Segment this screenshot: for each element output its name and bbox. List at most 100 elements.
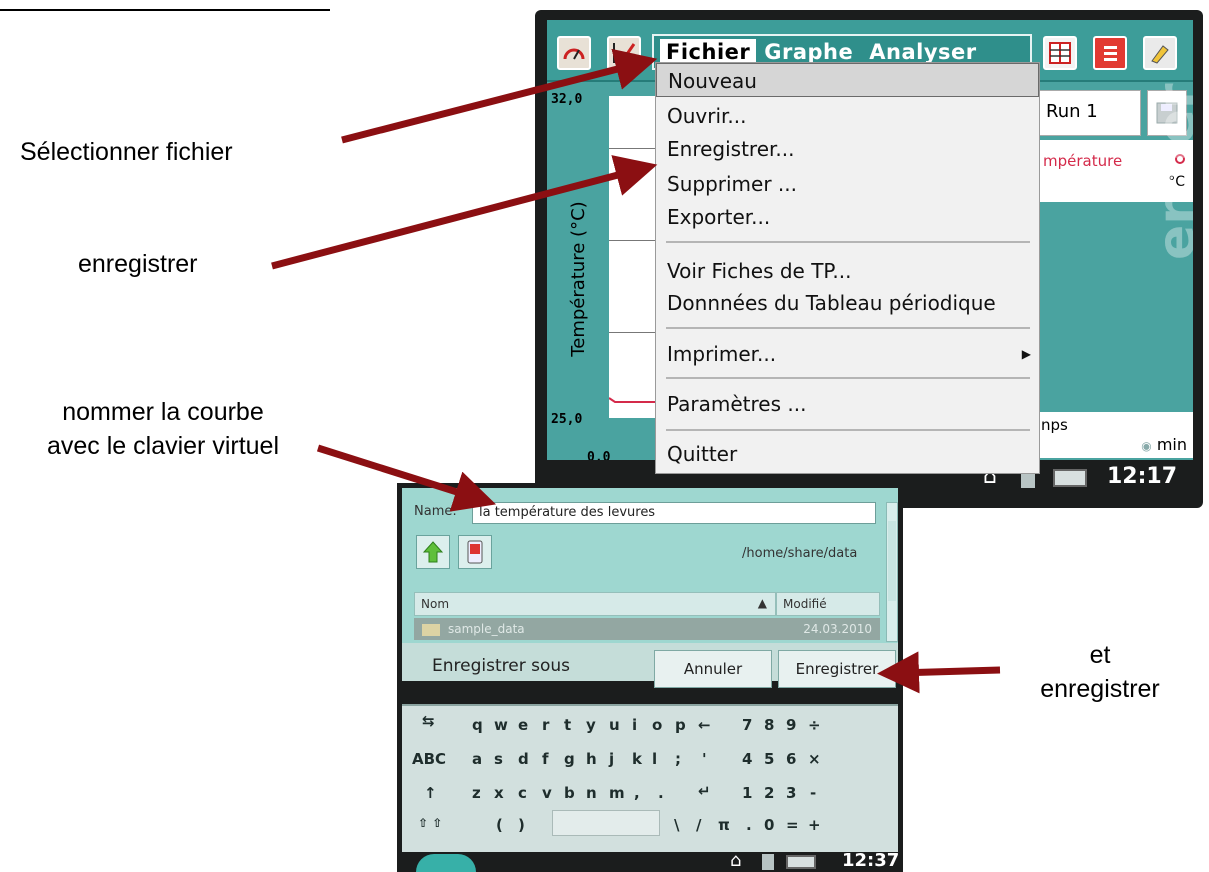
enter-key[interactable]: ↵ bbox=[698, 782, 711, 800]
menu-item-ouvrir[interactable]: Ouvrir... bbox=[656, 99, 1039, 133]
graph-area[interactable]: 32,0 25,0 0,0 Température (°C) bbox=[547, 82, 657, 496]
backspace-key[interactable]: ← bbox=[698, 716, 711, 734]
key[interactable]: h bbox=[586, 750, 597, 768]
key[interactable]: w bbox=[494, 716, 508, 734]
vertical-scrollbar[interactable] bbox=[886, 502, 898, 642]
key[interactable]: 5 bbox=[764, 750, 774, 768]
key[interactable]: 0 bbox=[764, 816, 774, 834]
menu-item-imprimer-label: Imprimer... bbox=[667, 342, 777, 366]
key[interactable]: × bbox=[808, 750, 821, 768]
key[interactable]: j bbox=[609, 750, 614, 768]
key[interactable]: p bbox=[675, 716, 686, 734]
menu-item-exporter[interactable]: Exporter... bbox=[656, 200, 1039, 234]
device-save-dialog: Name: la température des levures /home/s… bbox=[397, 483, 903, 872]
plot-area[interactable] bbox=[609, 96, 657, 418]
menu-analyser[interactable]: Analyser bbox=[861, 40, 984, 64]
device-storage-button[interactable] bbox=[458, 535, 492, 569]
filename-input[interactable]: la température des levures bbox=[472, 502, 876, 524]
key[interactable]: 8 bbox=[764, 716, 774, 734]
key[interactable]: / bbox=[696, 816, 701, 834]
shift-lock-key-icon[interactable]: ⇧ ⇧ bbox=[418, 816, 442, 830]
parent-folder-button[interactable] bbox=[416, 535, 450, 569]
tab-key-icon[interactable]: ⇆ bbox=[422, 712, 435, 730]
key[interactable]: t bbox=[564, 716, 571, 734]
list-icon[interactable] bbox=[1093, 36, 1127, 70]
calculator-icon[interactable] bbox=[762, 854, 774, 870]
key[interactable]: 9 bbox=[786, 716, 796, 734]
notes-icon[interactable] bbox=[1143, 36, 1177, 70]
menu-graphe[interactable]: Graphe bbox=[756, 40, 861, 64]
key[interactable]: 6 bbox=[786, 750, 796, 768]
key[interactable]: x bbox=[494, 784, 504, 802]
spacebar[interactable] bbox=[552, 810, 660, 836]
file-menu: Nouveau Ouvrir... Enregistrer... Supprim… bbox=[655, 62, 1040, 474]
menu-separator bbox=[666, 377, 1030, 379]
key[interactable]: m bbox=[609, 784, 625, 802]
key[interactable]: - bbox=[810, 784, 816, 802]
key[interactable]: \ bbox=[674, 816, 679, 834]
save-button[interactable]: Enregistrer bbox=[778, 650, 896, 688]
menu-item-parametres[interactable]: Paramètres ... bbox=[656, 387, 1039, 421]
menu-item-enregistrer[interactable]: Enregistrer... bbox=[656, 132, 1039, 166]
key[interactable]: + bbox=[808, 816, 821, 834]
key[interactable]: d bbox=[518, 750, 529, 768]
key[interactable]: b bbox=[564, 784, 575, 802]
key[interactable]: ; bbox=[675, 750, 681, 768]
key[interactable]: l bbox=[652, 750, 657, 768]
home-icon[interactable]: ⌂ bbox=[730, 850, 741, 871]
key[interactable]: 2 bbox=[764, 784, 774, 802]
file-row[interactable]: sample_data 24.03.2010 bbox=[414, 618, 880, 640]
abc-key[interactable]: ABC bbox=[412, 750, 446, 768]
key[interactable]: 3 bbox=[786, 784, 796, 802]
scrollbar-thumb[interactable] bbox=[888, 521, 896, 601]
column-header-nom[interactable]: Nom ▲ bbox=[414, 592, 776, 616]
menu-item-quitter[interactable]: Quitter bbox=[656, 437, 1039, 471]
key[interactable]: o bbox=[652, 716, 662, 734]
shift-key[interactable]: ↑ bbox=[424, 784, 437, 802]
key[interactable]: ) bbox=[518, 816, 525, 834]
key[interactable]: i bbox=[632, 716, 637, 734]
key[interactable]: , bbox=[634, 784, 640, 802]
key[interactable]: f bbox=[542, 750, 549, 768]
key[interactable]: 7 bbox=[742, 716, 752, 734]
menu-item-tableau-periodique[interactable]: Donnnées du Tableau périodique bbox=[656, 286, 1039, 320]
key[interactable]: k bbox=[632, 750, 642, 768]
menu-item-nouveau[interactable]: Nouveau bbox=[656, 63, 1039, 97]
key[interactable]: ' bbox=[702, 750, 707, 768]
key[interactable]: π bbox=[718, 816, 730, 834]
key[interactable]: r bbox=[542, 716, 549, 734]
key[interactable]: ÷ bbox=[808, 716, 821, 734]
key[interactable]: = bbox=[786, 816, 799, 834]
key[interactable]: u bbox=[609, 716, 620, 734]
run-selector[interactable]: Run 1 bbox=[1035, 90, 1141, 136]
key[interactable]: v bbox=[542, 784, 552, 802]
key[interactable]: . bbox=[658, 784, 664, 802]
key[interactable]: a bbox=[472, 750, 482, 768]
key[interactable]: e bbox=[518, 716, 528, 734]
menu-item-voir-fiches[interactable]: Voir Fiches de TP... bbox=[656, 254, 1039, 288]
menu-item-supprimer[interactable]: Supprimer ... bbox=[656, 167, 1039, 201]
key[interactable]: n bbox=[586, 784, 597, 802]
menu-item-imprimer[interactable]: Imprimer... ▶ bbox=[656, 337, 1039, 371]
radio-dot-icon: ◉ bbox=[1141, 439, 1152, 453]
clock: 12:37 bbox=[842, 850, 898, 871]
key[interactable]: z bbox=[472, 784, 481, 802]
meter-icon[interactable] bbox=[557, 36, 591, 70]
key[interactable]: ( bbox=[496, 816, 503, 834]
keyboard-icon[interactable] bbox=[786, 855, 816, 869]
cancel-button[interactable]: Annuler bbox=[654, 650, 772, 688]
app-launcher[interactable] bbox=[416, 854, 476, 872]
key[interactable]: c bbox=[518, 784, 527, 802]
key[interactable]: g bbox=[564, 750, 575, 768]
key[interactable]: y bbox=[586, 716, 596, 734]
table-icon[interactable] bbox=[1043, 36, 1077, 70]
key[interactable]: 1 bbox=[742, 784, 752, 802]
column-header-modifie[interactable]: Modifié bbox=[776, 592, 880, 616]
time-column[interactable]: nps ◉ min bbox=[1035, 412, 1193, 458]
graph-icon[interactable] bbox=[607, 36, 641, 70]
key[interactable]: q bbox=[472, 716, 483, 734]
key[interactable]: 4 bbox=[742, 750, 752, 768]
key[interactable]: . bbox=[746, 816, 752, 834]
keyboard-icon[interactable] bbox=[1053, 469, 1087, 487]
key[interactable]: s bbox=[494, 750, 503, 768]
